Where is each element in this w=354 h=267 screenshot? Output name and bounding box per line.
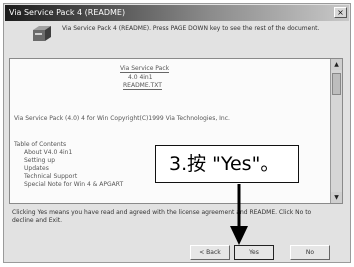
doc-line: Updates bbox=[24, 165, 49, 172]
doc-line: Via Service Pack bbox=[120, 65, 170, 73]
scroll-down-icon[interactable]: ▼ bbox=[331, 192, 342, 203]
doc-line: Setting up bbox=[24, 157, 56, 164]
agreement-text: Clicking Yes means you have read and agr… bbox=[12, 209, 312, 224]
instruction-callout: 3.按 "Yes"。 bbox=[155, 145, 299, 183]
yes-button[interactable]: Yes bbox=[234, 245, 274, 260]
doc-line: 4.0 4in1 bbox=[128, 74, 153, 81]
doc-line: README.TXT bbox=[123, 82, 162, 90]
no-button[interactable]: No bbox=[290, 245, 330, 260]
window-title: Via Service Pack 4 (README) bbox=[9, 8, 126, 17]
down-arrow-icon bbox=[230, 184, 248, 245]
title-bar[interactable]: Via Service Pack 4 (README) × bbox=[5, 5, 349, 21]
header-instruction: Via Service Pack 4 (README). Press PAGE … bbox=[62, 25, 320, 32]
doc-line: About V4.0 4in1 bbox=[24, 149, 73, 156]
software-box-icon bbox=[33, 26, 51, 41]
close-button[interactable]: × bbox=[334, 7, 347, 18]
doc-line: Special Note for Win 4 & APGART bbox=[24, 181, 124, 188]
doc-line: Via Service Pack (4.0) 4 for Win Copyrig… bbox=[14, 115, 230, 122]
doc-line: Technical Support bbox=[24, 173, 78, 180]
scroll-thumb[interactable] bbox=[332, 73, 341, 95]
back-button[interactable]: < Back bbox=[190, 245, 230, 260]
vertical-scrollbar[interactable]: ▲ ▼ bbox=[330, 59, 342, 203]
scroll-up-icon[interactable]: ▲ bbox=[331, 59, 342, 70]
doc-line: Table of Contents bbox=[14, 141, 67, 148]
